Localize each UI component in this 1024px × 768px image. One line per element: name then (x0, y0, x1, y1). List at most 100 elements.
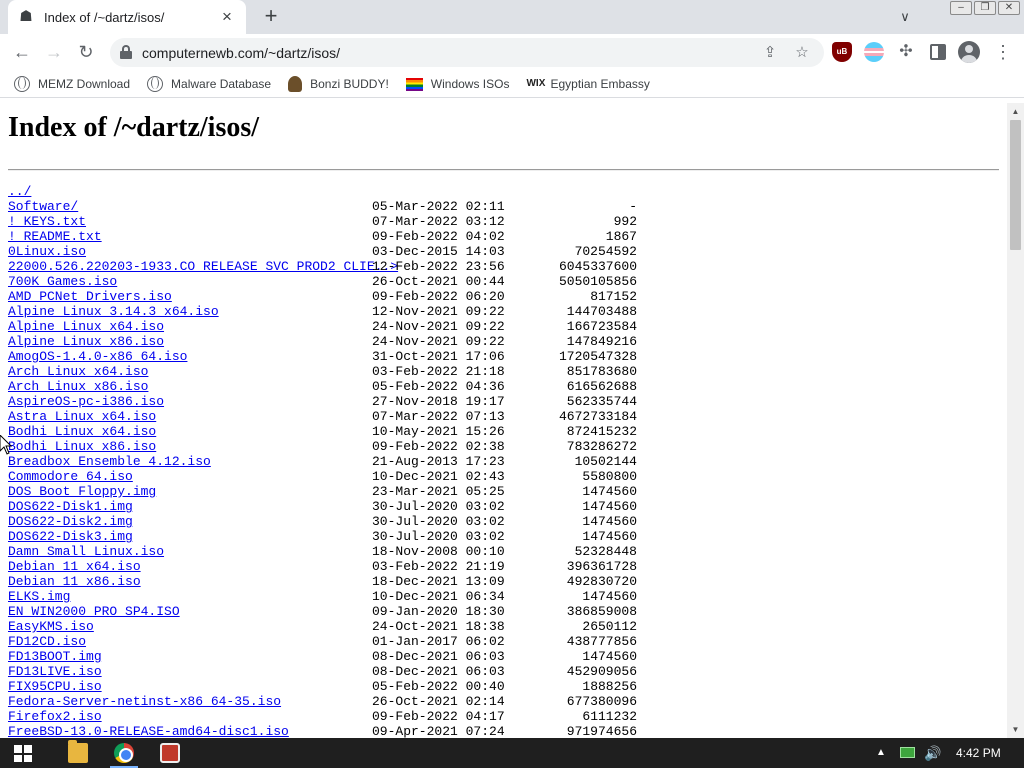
file-link[interactable]: Firefox2.iso (8, 709, 102, 724)
forward-button[interactable]: → (42, 40, 66, 64)
file-date: 09-Feb-2022 04:02 (372, 229, 505, 244)
reload-button[interactable]: ↻ (74, 40, 98, 64)
ublock-origin-icon[interactable]: uB (832, 42, 852, 62)
file-link[interactable]: DOS Boot Floppy.img (8, 484, 156, 499)
file-link[interactable]: AspireOS-pc-i386.iso (8, 394, 164, 409)
file-link[interactable]: Fedora-Server-netinst-x86_64-35.iso (8, 694, 281, 709)
file-link[interactable]: FIX95CPU.iso (8, 679, 102, 694)
listing-row: FD12CD.iso 01-Jan-2017 06:02 438777856 (8, 634, 648, 649)
file-link[interactable]: EasyKMS.iso (8, 619, 94, 634)
bookmark-memz-download[interactable]: MEMZ Download (14, 76, 130, 92)
file-link[interactable]: Bodhi Linux x64.iso (8, 424, 156, 439)
file-link[interactable]: Astra Linux x64.iso (8, 409, 156, 424)
bookmark-star-icon[interactable]: ☆ (792, 43, 812, 63)
file-link[interactable]: Debian 11 x64.iso (8, 559, 141, 574)
listing-row: Bodhi Linux x64.iso 10-May-2021 15:26 8724… (8, 424, 648, 439)
file-date: 05-Feb-2022 04:36 (372, 379, 505, 394)
scroll-up-arrow-icon[interactable]: ▲ (1007, 103, 1024, 120)
scrollbar-thumb[interactable] (1010, 120, 1021, 250)
listing-row: Alpine Linux x86.iso 24-Nov-2021 09:22 147… (8, 334, 648, 349)
file-link[interactable]: Alpine Linux 3.14.3 x64.iso (8, 304, 219, 319)
listing-row: 0Linux.iso 03-Dec-2015 14:03 70254592 (8, 244, 648, 259)
file-link[interactable]: DOS622-Disk3.img (8, 529, 133, 544)
listing-row: FIX95CPU.iso 05-Feb-2022 00:40 1888256 (8, 679, 648, 694)
file-size: 1474560 (582, 499, 637, 514)
file-link[interactable]: 700K Games.iso (8, 274, 117, 289)
close-window-button[interactable]: ✕ (998, 1, 1020, 15)
file-link[interactable]: Commodore 64.iso (8, 469, 133, 484)
file-link[interactable]: FD13LIVE.iso (8, 664, 102, 679)
minimize-button[interactable]: – (950, 1, 972, 15)
tab-title: Index of /~dartz/isos/ (44, 9, 165, 25)
file-link[interactable]: FD13BOOT.img (8, 649, 102, 664)
extensions-puzzle-icon[interactable]: ✣ (896, 42, 916, 62)
file-link[interactable]: Bodhi Linux x86.iso (8, 439, 156, 454)
file-link[interactable]: ! README.txt (8, 229, 102, 244)
file-explorer-icon[interactable] (68, 740, 88, 763)
close-tab-icon[interactable]: × (218, 8, 236, 26)
file-link[interactable]: AmogOS-1.4.0-x86_64.iso (8, 349, 187, 364)
file-link[interactable]: Alpine Linux x86.iso (8, 334, 164, 349)
file-link[interactable]: Arch Linux x64.iso (8, 364, 148, 379)
file-date: 26-Oct-2021 02:14 (372, 694, 505, 709)
page-scrollbar[interactable]: ▲ ▼ (1007, 103, 1024, 738)
bookmark-windows-isos[interactable]: Windows ISOs (405, 77, 509, 91)
file-size: 144703488 (566, 304, 637, 319)
file-link[interactable]: DOS622-Disk1.img (8, 499, 133, 514)
file-link[interactable]: Debian 11 x86.iso (8, 574, 141, 589)
file-link[interactable]: FD12CD.iso (8, 634, 86, 649)
windows-start-icon[interactable] (14, 745, 32, 762)
file-link[interactable]: Alpine Linux x64.iso (8, 319, 164, 334)
side-panel-icon[interactable] (930, 44, 946, 60)
file-link[interactable]: ! KEYS.txt (8, 214, 86, 229)
file-link[interactable]: ELKS.img (8, 589, 70, 604)
new-tab-button[interactable]: + (260, 5, 282, 27)
listing-row: EasyKMS.iso 24-Oct-2021 18:38 2650112 (8, 619, 648, 634)
file-link[interactable]: 0Linux.iso (8, 244, 86, 259)
file-size: 438777856 (566, 634, 637, 649)
red-app-taskbar-icon[interactable] (160, 743, 180, 763)
url-text[interactable]: computernewb.com/~dartz/isos/ (142, 45, 340, 61)
listing-row: Bodhi Linux x86.iso 09-Feb-2022 02:38 7832… (8, 439, 648, 454)
restore-button[interactable]: ❐ (974, 1, 996, 15)
globe-icon (14, 76, 30, 92)
tab-active[interactable]: ☗ Index of /~dartz/isos/ × (8, 0, 246, 34)
file-size: 452909056 (566, 664, 637, 679)
back-button[interactable]: ← (10, 40, 34, 64)
volume-icon[interactable]: 🔊 (924, 738, 941, 768)
file-date: 12-Feb-2022 23:56 (372, 259, 505, 274)
bookmark-egyptian-embassy[interactable]: WIX Egyptian Embassy (526, 76, 649, 92)
file-link[interactable]: Software/ (8, 199, 78, 214)
listing-row: FreeBSD-13.0-RELEASE-amd64-disc1.iso 09-A… (8, 724, 648, 738)
bookmark-label: MEMZ Download (38, 77, 131, 91)
chrome-taskbar-icon[interactable] (114, 743, 134, 763)
network-icon[interactable] (900, 747, 915, 758)
share-icon[interactable]: ⇪ (760, 43, 780, 63)
listing-row: FD13BOOT.img 08-Dec-2021 06:03 1474560 (8, 649, 648, 664)
bookmark-bonzi-buddy[interactable]: Bonzi BUDDY! (288, 76, 389, 92)
listing-row: Debian 11 x64.iso 03-Feb-2022 21:19 396361… (8, 559, 648, 574)
file-link[interactable]: ../ (8, 184, 31, 199)
chrome-menu-icon[interactable]: ⋮ (994, 41, 1012, 63)
scroll-down-arrow-icon[interactable]: ▼ (1007, 721, 1024, 738)
file-link[interactable]: 22000.526.220203-1933.CO_RELEASE_SVC_PRO… (8, 259, 398, 274)
file-link[interactable]: Breadbox Ensemble 4.12.iso (8, 454, 211, 469)
file-link[interactable]: EN_WIN2000_PRO_SP4.ISO (8, 604, 180, 619)
profile-avatar-icon[interactable] (958, 41, 980, 63)
address-bar[interactable]: computernewb.com/~dartz/isos/ ⇪ ☆ (110, 38, 824, 67)
tray-chevron-icon[interactable]: ▲ (876, 738, 886, 768)
file-link[interactable]: Damn Small Linux.iso (8, 544, 164, 559)
listing-row: Arch Linux x64.iso 03-Feb-2022 21:18 85178… (8, 364, 648, 379)
bookmark-malware-database[interactable]: Malware Database (147, 76, 271, 92)
file-link[interactable]: Arch Linux x86.iso (8, 379, 148, 394)
trans-flag-extension-icon[interactable] (864, 42, 884, 62)
file-link[interactable]: FreeBSD-13.0-RELEASE-amd64-disc1.iso (8, 724, 289, 738)
file-size: 492830720 (566, 574, 637, 589)
file-link[interactable]: DOS622-Disk2.img (8, 514, 133, 529)
file-size: 1474560 (582, 589, 637, 604)
taskbar-clock[interactable]: 4:42 PM (956, 738, 1001, 768)
lock-icon[interactable] (120, 45, 132, 59)
tab-search-chevron-icon[interactable]: ∨ (896, 8, 914, 26)
file-link[interactable]: AMD PCNet Drivers.iso (8, 289, 172, 304)
file-size: 992 (613, 214, 637, 229)
